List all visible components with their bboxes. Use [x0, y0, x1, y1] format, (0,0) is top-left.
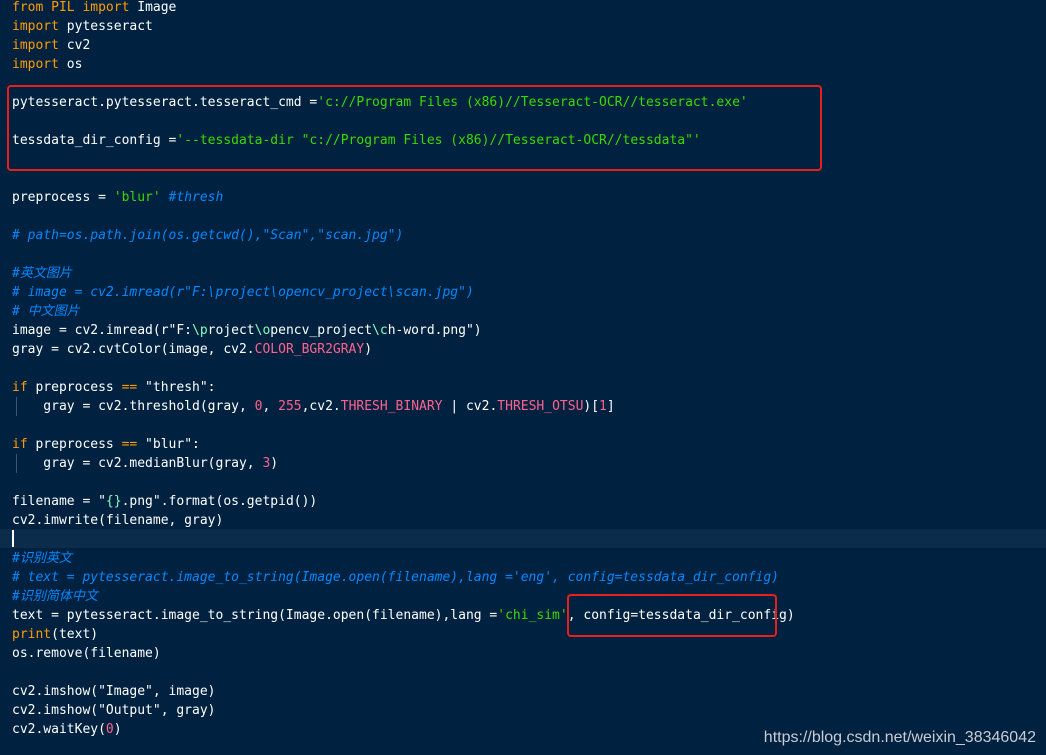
code-line[interactable]: # 中文图片	[12, 302, 80, 321]
code-token: # text = pytesseract.image_to_string(Ima…	[12, 570, 780, 585]
code-line[interactable]: cv2.imshow("Output", gray)	[12, 701, 216, 720]
code-line[interactable]: if preprocess == "blur":	[12, 435, 200, 454]
code-token: pencv_project	[270, 323, 373, 338]
code-line[interactable]: cv2.waitKey(0)	[12, 720, 122, 739]
code-token: \o	[254, 323, 271, 338]
code-token: .png".format(os.getpid())	[121, 494, 318, 509]
code-token: THRESH_BINARY	[340, 399, 443, 414]
code-token: 255	[278, 399, 302, 414]
code-token: #thresh	[168, 190, 224, 205]
code-token: if	[12, 437, 28, 452]
code-token: #英文图片	[12, 266, 72, 281]
code-token: filename = "	[12, 494, 106, 509]
code-line[interactable]: import cv2	[12, 36, 90, 55]
code-token: Image	[129, 0, 177, 15]
code-token: os	[58, 57, 83, 72]
code-line[interactable]: # text = pytesseract.image_to_string(Ima…	[12, 568, 779, 587]
code-token: ]	[606, 399, 615, 414]
code-token: from	[12, 0, 44, 15]
code-token: gray = cv2.threshold(gray,	[12, 399, 255, 414]
code-line[interactable]: #识别英文	[12, 549, 72, 568]
code-token: cv2.imwrite(filename, gray)	[12, 513, 224, 528]
code-line[interactable]: import os	[12, 55, 82, 74]
code-token: ==	[121, 437, 138, 452]
code-line[interactable]: cv2.imwrite(filename, gray)	[12, 511, 223, 530]
code-editor[interactable]: from PIL import Image import pytesseract i…	[0, 0, 1046, 755]
code-token: roject	[207, 323, 255, 338]
code-token: {}	[105, 494, 122, 509]
code-line[interactable]: print(text)	[12, 625, 98, 644]
code-token: 'blur'	[113, 190, 161, 205]
code-token: )[	[583, 399, 600, 414]
code-token: ,cv2.	[301, 399, 341, 414]
code-line[interactable]: if preprocess == "thresh":	[12, 378, 216, 397]
code-token: preprocess	[27, 380, 122, 395]
code-line[interactable]: from PIL import Image	[12, 0, 176, 17]
code-token: COLOR_BGR2GRAY	[254, 342, 365, 357]
code-line[interactable]: # path=os.path.join(os.getcwd(),"Scan","…	[12, 226, 403, 245]
code-line[interactable]: gray = cv2.medianBlur(gray, 3)	[12, 454, 278, 473]
code-line[interactable]: filename = "{}.png".format(os.getpid())	[12, 492, 317, 511]
config-param-annotation-box	[567, 594, 777, 637]
code-line[interactable]: import pytesseract	[12, 17, 153, 36]
watermark-url: https://blog.csdn.net/weixin_38346042	[763, 729, 1036, 746]
code-token: print	[12, 627, 52, 642]
code-token: "blur":	[137, 437, 200, 452]
code-token: import	[12, 38, 59, 53]
code-line[interactable]: #识别简体中文	[12, 587, 98, 606]
code-token: 'chi_sim'	[497, 608, 568, 623]
code-token: 1	[599, 399, 607, 414]
code-token: preprocess =	[12, 190, 114, 205]
code-token: gray = cv2.medianBlur(gray,	[12, 456, 263, 471]
code-token: )	[113, 722, 122, 737]
code-token: cv2.imshow("Output", gray)	[12, 703, 216, 718]
code-token: image = cv2.imread(r"F:	[12, 323, 193, 338]
code-token: # 中文图片	[12, 304, 80, 319]
code-token: )	[364, 342, 373, 357]
code-token: PIL	[51, 0, 75, 15]
code-line[interactable]: cv2.imshow("Image", image)	[12, 682, 216, 701]
code-token: import	[12, 19, 59, 34]
code-token: import	[82, 0, 130, 15]
code-token: \p	[192, 323, 208, 338]
code-token: # image = cv2.imread(r"F:\project\opencv…	[12, 285, 474, 300]
code-line[interactable]: os.remove(filename)	[12, 644, 161, 663]
code-token: "thresh":	[137, 380, 216, 395]
code-token: )	[270, 456, 279, 471]
code-line[interactable]: preprocess = 'blur' #thresh	[12, 188, 223, 207]
code-line[interactable]: gray = cv2.threshold(gray, 0, 255,cv2.TH…	[12, 397, 615, 416]
code-token: os.remove(filename)	[12, 646, 161, 661]
code-token: preprocess	[27, 437, 122, 452]
code-line[interactable]: #英文图片	[12, 264, 72, 283]
code-token: cv2.imshow("Image", image)	[12, 684, 216, 699]
code-token: if	[12, 380, 28, 395]
code-line[interactable]: # image = cv2.imread(r"F:\project\opencv…	[12, 283, 474, 302]
tesseract-config-annotation-box	[7, 85, 822, 171]
code-token: cv2.waitKey(	[12, 722, 106, 737]
code-token: import	[12, 57, 59, 72]
code-token: gray = cv2.cvtColor(image, cv2.	[12, 342, 255, 357]
code-token: # path=os.path.join(os.getcwd(),"Scan","…	[12, 228, 404, 243]
text-cursor	[12, 530, 14, 547]
code-token: (text)	[51, 627, 99, 642]
code-line[interactable]: image = cv2.imread(r"F:\project\opencv_p…	[12, 321, 482, 340]
code-token: ==	[121, 380, 138, 395]
code-token: ,	[262, 399, 279, 414]
code-token: \c	[372, 323, 388, 338]
code-token: #识别英文	[12, 551, 72, 566]
code-line[interactable]: gray = cv2.cvtColor(image, cv2.COLOR_BGR…	[12, 340, 372, 359]
code-token: | cv2.	[442, 399, 498, 414]
code-token: text = pytesseract.image_to_string(Image…	[12, 608, 498, 623]
code-token: 0	[105, 722, 114, 737]
code-token: cv2	[58, 38, 91, 53]
code-token: pytesseract	[58, 19, 153, 34]
code-token: THRESH_OTSU	[497, 399, 584, 414]
code-token: h-word.png")	[387, 323, 482, 338]
code-token: #识别简体中文	[12, 589, 98, 604]
current-line-highlight	[0, 529, 1046, 548]
